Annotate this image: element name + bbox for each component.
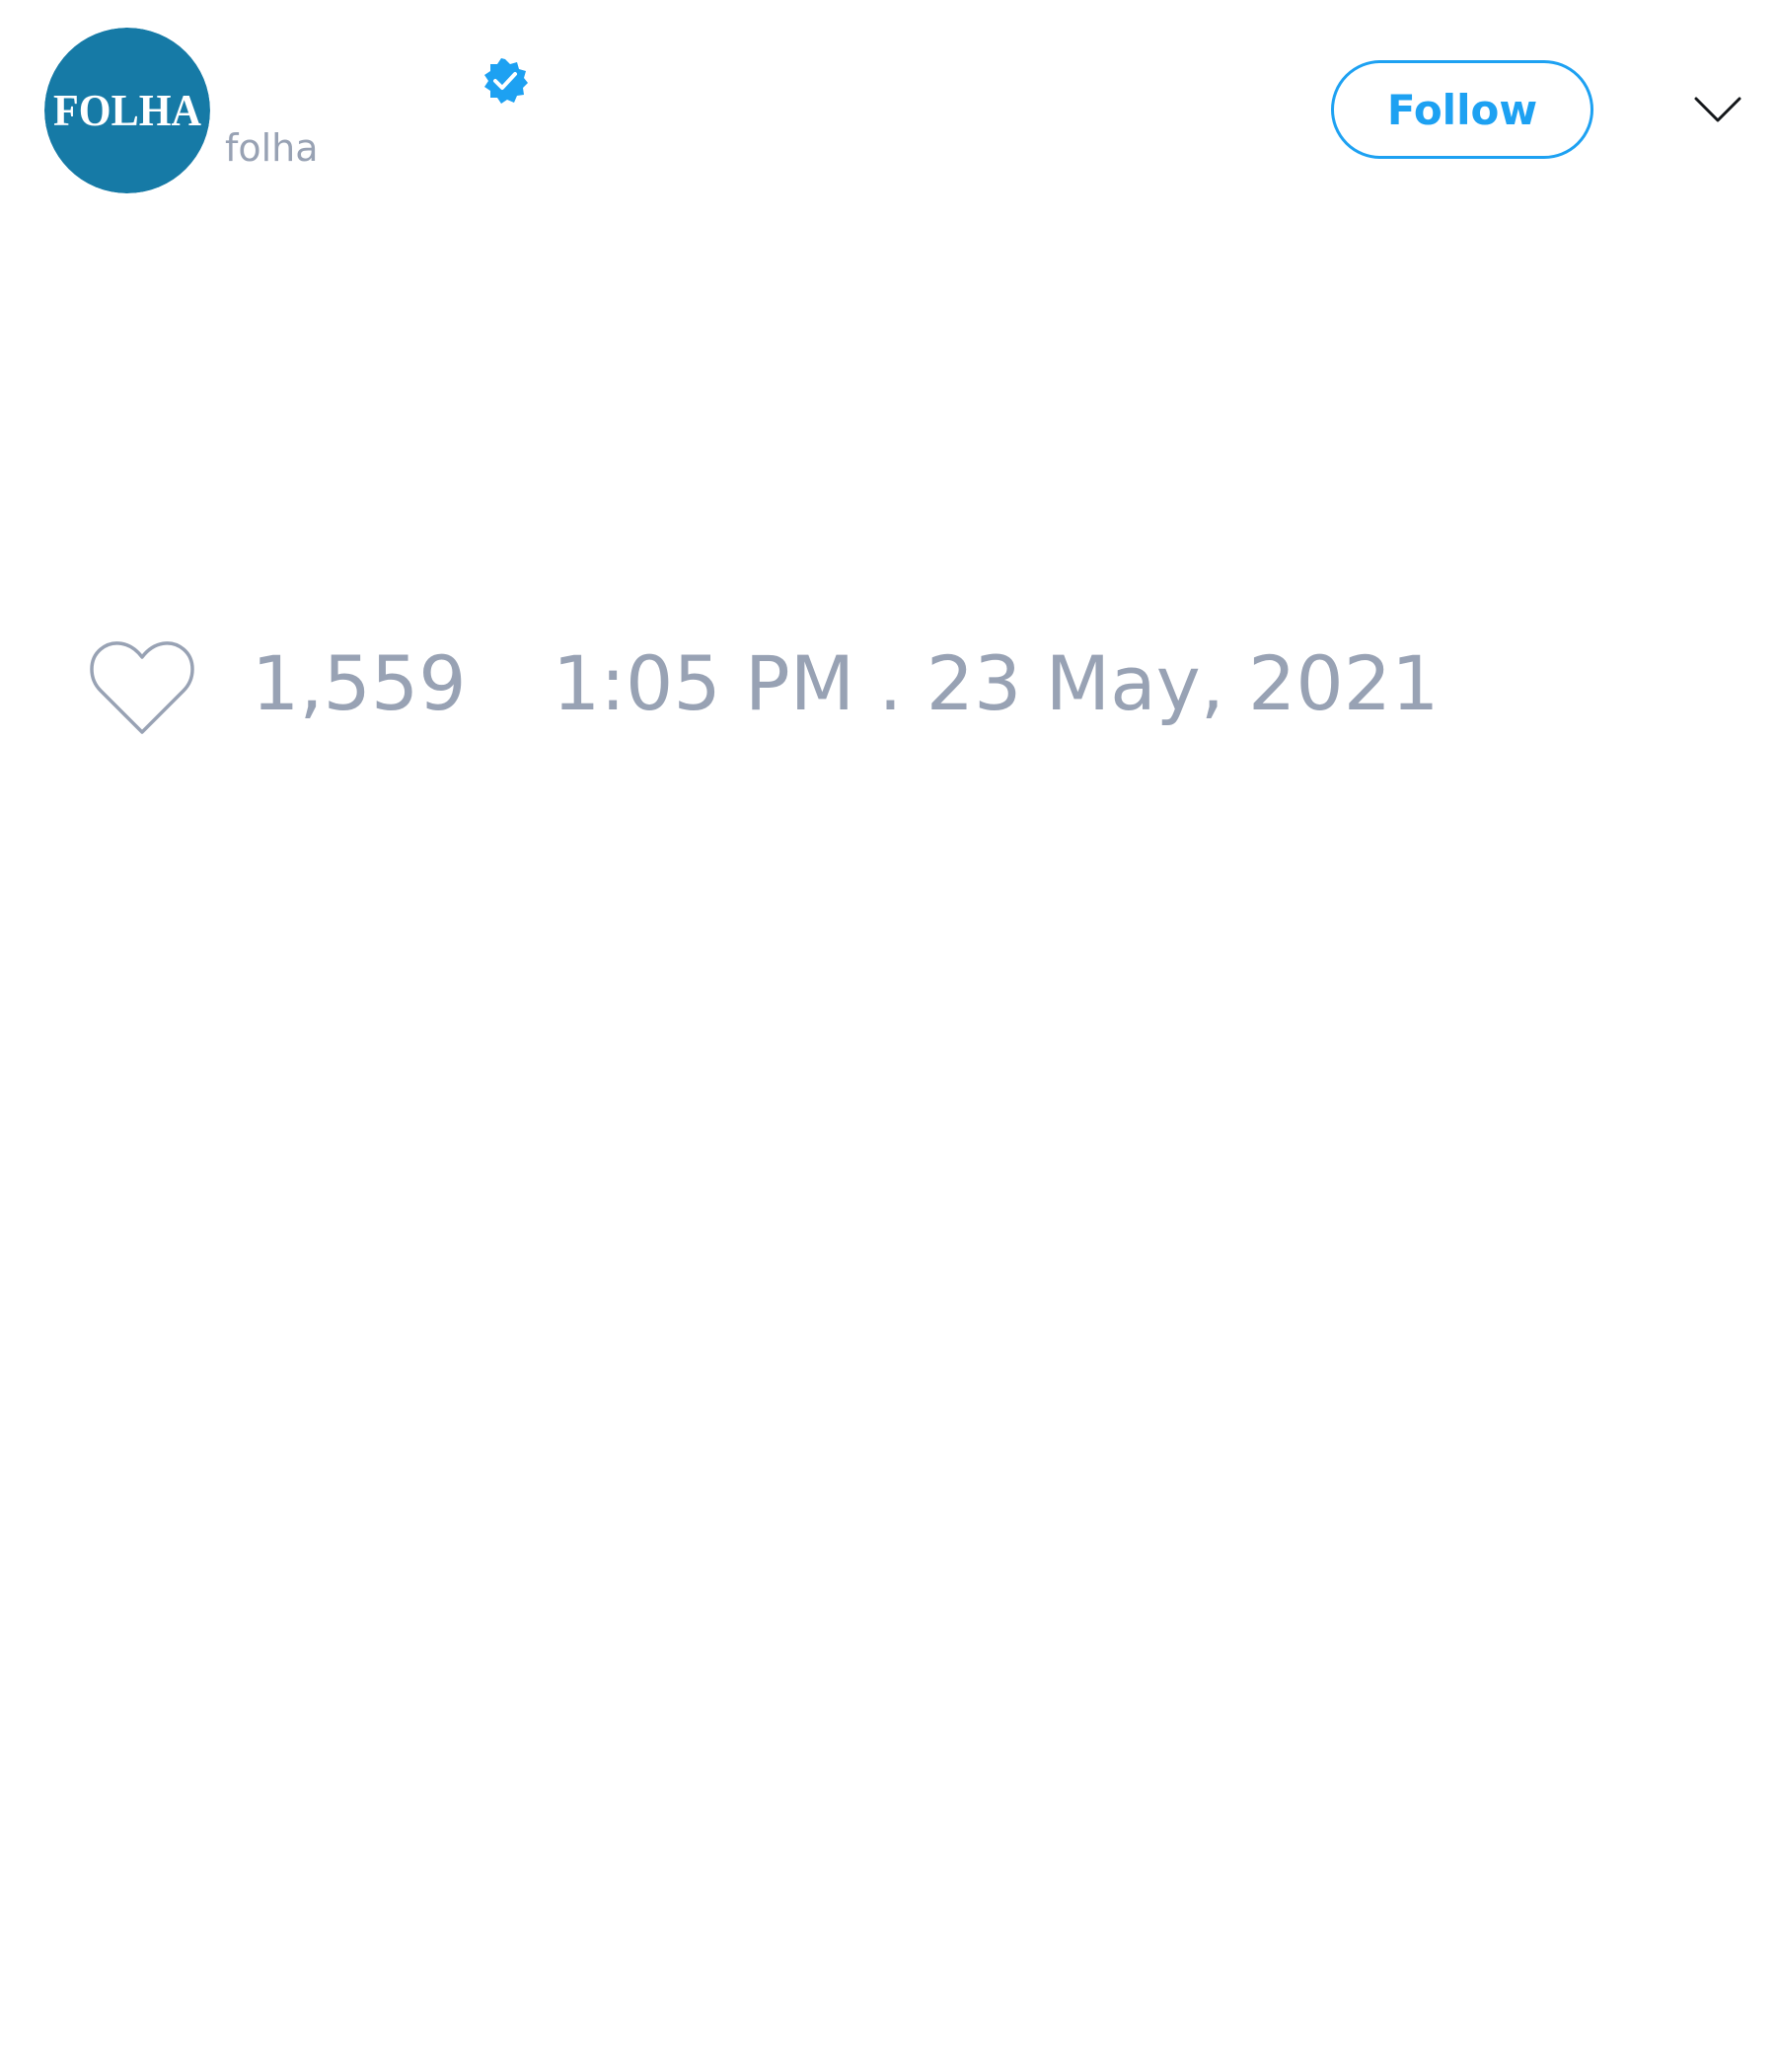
more-options-button[interactable] [1685, 77, 1750, 142]
chevron-down-icon [1694, 97, 1741, 122]
verified-badge-icon [481, 57, 529, 105]
follow-button[interactable]: Follow [1331, 60, 1593, 159]
folha-logo-icon: FOLHA [44, 28, 210, 193]
author-handle[interactable]: folha [225, 125, 319, 171]
author-avatar[interactable]: FOLHA [44, 28, 210, 193]
like-button[interactable] [87, 637, 197, 736]
like-count: 1,559 [252, 639, 467, 727]
heart-outline-icon [90, 641, 194, 734]
svg-text:FOLHA: FOLHA [53, 85, 201, 135]
tweet-header: FOLHA folha Follow [0, 0, 1776, 217]
tweet-footer: 1,559 1:05 PM . 23 May, 2021 [0, 612, 1776, 760]
tweet-timestamp[interactable]: 1:05 PM . 23 May, 2021 [553, 642, 1439, 725]
